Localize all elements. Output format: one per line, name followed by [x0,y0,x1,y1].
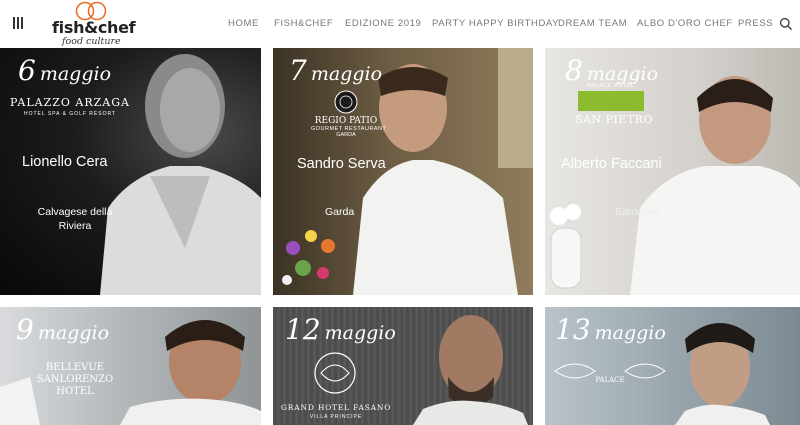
hotel-logo: PALACE [595,376,625,384]
nav-home[interactable]: HOME [228,18,259,29]
nav-fish-chef[interactable]: FISH&CHEF [274,18,333,29]
hotel-logo: REGIO PATIO GOURMET RESTAURANT GARDA [311,90,386,138]
nav-dream-team[interactable]: DREAM TEAM [558,18,627,29]
nav-party-happy-birthday[interactable]: PARTY HAPPY BIRTHDAY [432,18,559,29]
hotel-logo: BELLEVUE SANLORENZO HOTEL [36,362,114,397]
event-card-bellevue[interactable]: 9 maggio BELLEVUE SANLORENZO HOTEL [0,307,261,425]
hotel-emblem-icon [578,91,644,111]
hotel-logo: PALACE HOTEL SAN PIETRO [575,83,654,126]
event-card-palace[interactable]: 13 maggio PALACE [545,307,800,425]
event-date: 7 maggio [289,54,383,87]
chef-name: Alberto Faccani [561,156,662,172]
site-header: fish&chef food culture HOME FISH&CHEF ED… [0,0,800,48]
logo-sub-text: food culture [62,36,121,47]
nav-press[interactable]: PRESS [738,18,773,29]
hotel-crest-icon [334,90,358,114]
hotel-logo: PALAZZO ARZAGA HOTEL SPA & GOLF RESORT [10,96,130,117]
nav-albo-doro-chef[interactable]: ALBO D'ORO CHEF [637,18,733,29]
chef-name: Lionello Cera [22,154,108,170]
search-icon[interactable] [779,17,793,31]
event-date: 6 maggio [18,54,112,87]
event-location: Calvagese della Riviera [37,206,113,232]
event-card-grand-hotel-fasano[interactable]: 12 maggio GRAND HOTEL FASANO VILLA PRINCI… [273,307,533,425]
event-card-lionello-cera[interactable]: 6 maggio PALAZZO ARZAGA HOTEL SPA & GOLF … [0,48,261,295]
event-date: 12 maggio [285,313,396,346]
event-location: Bardolino [615,206,660,218]
event-card-sandro-serva[interactable]: 7 maggio REGIO PATIO GOURMET RESTAURANT G… [273,48,533,295]
nav-edizione-2019[interactable]: EDIZIONE 2019 [345,18,421,29]
menu-icon[interactable] [12,17,24,29]
site-logo[interactable]: fish&chef food culture [52,0,138,48]
chef-name: Sandro Serva [297,156,386,172]
event-location: Garda [325,206,355,218]
event-date: 9 maggio [16,313,110,346]
chef-portrait-image [100,54,261,295]
logo-main-text: fish&chef [52,18,136,37]
hotel-logo: GRAND HOTEL FASANO VILLA PRINCIPE [281,403,392,420]
event-date: 13 maggio [555,313,666,346]
event-card-alberto-faccani[interactable]: 8 maggio PALACE HOTEL SAN PIETRO Alberto … [545,48,800,295]
